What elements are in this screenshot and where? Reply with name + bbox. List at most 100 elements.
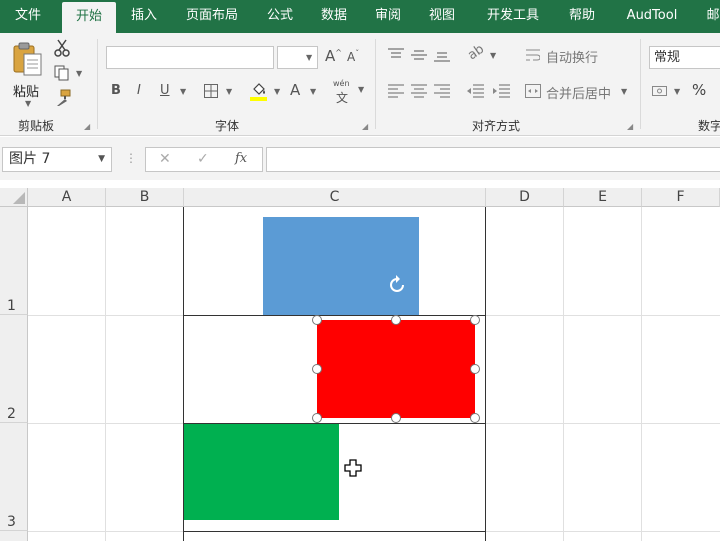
- row-number: 3: [7, 514, 16, 530]
- chevron-down-icon: ▼: [226, 87, 233, 96]
- merge-center-icon: [525, 84, 541, 98]
- accounting-icon: [652, 86, 667, 96]
- underline-button[interactable]: U ▼: [160, 83, 194, 101]
- percent-button[interactable]: %: [692, 81, 706, 99]
- cancel-icon[interactable]: ✕: [159, 151, 171, 167]
- column-header-c[interactable]: C: [184, 188, 486, 207]
- column-header-b[interactable]: B: [106, 188, 184, 207]
- alignment-group-label: 对齐方式: [472, 119, 521, 133]
- merge-center-label: 合并后居中: [546, 87, 612, 102]
- phonetic-guide-button[interactable]: wén 文 ▼: [332, 79, 368, 105]
- increase-font-size-button[interactable]: A^: [325, 47, 342, 65]
- dialog-launcher-icon[interactable]: ◢: [627, 122, 633, 131]
- copy-icon: [54, 65, 69, 81]
- row-header-2[interactable]: 2: [0, 315, 28, 423]
- font-group-label: 字体: [215, 119, 240, 133]
- tab-developer[interactable]: 开发工具: [474, 0, 552, 33]
- italic-button[interactable]: I: [137, 83, 141, 98]
- increase-indent-icon[interactable]: [492, 84, 510, 98]
- copy-button[interactable]: ▼: [52, 63, 86, 83]
- worksheet-grid[interactable]: A B C D E F 1 2 3: [0, 180, 720, 541]
- ribbon: 粘贴 ▼ ▼ 剪贴板 ◢ ▼ A^ Aˇ B I U ▼ ▼ ▼ A ▼ wén…: [0, 33, 720, 136]
- blue-rectangle-shape[interactable]: [263, 217, 419, 315]
- formula-bar-splitter-icon[interactable]: ⋮: [125, 151, 137, 165]
- tab-mail[interactable]: 邮: [698, 0, 720, 33]
- align-bottom-icon[interactable]: [434, 48, 450, 62]
- borders-button[interactable]: ▼: [204, 83, 238, 101]
- clipboard-group-label: 剪贴板: [18, 119, 55, 133]
- font-name-combo[interactable]: [106, 46, 274, 69]
- cross-cursor-icon: [344, 459, 362, 477]
- align-right-icon[interactable]: [434, 84, 450, 98]
- decrease-indent-icon[interactable]: [466, 84, 484, 98]
- format-painter-icon[interactable]: [54, 89, 72, 107]
- red-rectangle-shape[interactable]: [317, 320, 475, 418]
- tab-file[interactable]: 文件: [0, 0, 56, 33]
- merge-center-button[interactable]: 合并后居中 ▼: [525, 83, 629, 102]
- resize-handle-top-left[interactable]: [312, 315, 322, 325]
- formula-bar: 图片 7 ▼ ⋮ ✕ ✓ fx: [0, 137, 720, 180]
- resize-handle-right[interactable]: [470, 364, 480, 374]
- insert-function-icon[interactable]: fx: [235, 151, 247, 166]
- tab-formulas[interactable]: 公式: [256, 0, 304, 33]
- phonetic-top-label: wén: [333, 79, 350, 88]
- resize-handle-bottom-left[interactable]: [312, 413, 322, 423]
- rotate-handle-icon[interactable]: [386, 274, 408, 296]
- fill-color-button[interactable]: ▼: [250, 81, 286, 103]
- align-center-icon[interactable]: [411, 84, 427, 98]
- wrap-text-icon: [526, 49, 540, 61]
- select-all-corner[interactable]: [0, 188, 28, 207]
- dialog-launcher-icon[interactable]: ◢: [84, 122, 90, 131]
- resize-handle-left[interactable]: [312, 364, 322, 374]
- cut-icon[interactable]: [54, 39, 70, 57]
- chevron-down-icon: ▼: [674, 87, 681, 96]
- column-header-f[interactable]: F: [642, 188, 720, 207]
- accounting-format-button[interactable]: ▼: [652, 83, 686, 101]
- row-number: 2: [7, 406, 16, 422]
- bold-button[interactable]: B: [111, 83, 121, 98]
- align-middle-icon[interactable]: [411, 48, 427, 62]
- font-color-button[interactable]: A ▼: [290, 81, 322, 103]
- align-left-icon[interactable]: [388, 84, 404, 98]
- decrease-font-size-button[interactable]: Aˇ: [347, 49, 359, 64]
- phonetic-bottom-label: 文: [336, 91, 349, 105]
- tab-review[interactable]: 审阅: [364, 0, 412, 33]
- name-box[interactable]: 图片 7 ▼: [2, 147, 112, 172]
- row-header-1[interactable]: 1: [0, 207, 28, 315]
- font-size-combo[interactable]: ▼: [277, 46, 318, 69]
- chevron-down-icon: ▼: [98, 154, 105, 164]
- tab-audtool[interactable]: AudTool: [612, 0, 692, 33]
- row-header-4[interactable]: [0, 531, 28, 541]
- select-all-triangle-icon: [13, 192, 25, 204]
- orientation-button[interactable]: ab ▼: [465, 42, 500, 65]
- tab-home[interactable]: 开始: [62, 2, 116, 33]
- column-header-a[interactable]: A: [28, 188, 106, 207]
- paste-button[interactable]: 粘贴 ▼: [10, 39, 46, 108]
- resize-handle-bottom-right[interactable]: [470, 413, 480, 423]
- row-header-3[interactable]: 3: [0, 423, 28, 531]
- tab-help[interactable]: 帮助: [558, 0, 606, 33]
- align-top-icon[interactable]: [388, 48, 404, 62]
- enter-icon[interactable]: ✓: [197, 151, 209, 167]
- borders-icon: [204, 84, 218, 98]
- tab-page-layout[interactable]: 页面布局: [174, 0, 250, 33]
- wrap-text-button[interactable]: 自动换行: [526, 47, 602, 66]
- resize-handle-top-right[interactable]: [470, 315, 480, 325]
- number-format-value: 常规: [654, 50, 681, 65]
- green-rectangle-shape[interactable]: [184, 424, 339, 520]
- font-color-label: A: [290, 81, 301, 99]
- tab-data[interactable]: 数据: [310, 0, 358, 33]
- number-group-label: 数字: [698, 119, 720, 133]
- chevron-down-icon: ▼: [310, 87, 317, 96]
- formula-input[interactable]: [266, 147, 720, 172]
- resize-handle-bottom[interactable]: [391, 413, 401, 423]
- column-header-e[interactable]: E: [564, 188, 642, 207]
- cell-border: [485, 207, 486, 541]
- dialog-launcher-icon[interactable]: ◢: [362, 122, 368, 131]
- number-format-combo[interactable]: 常规: [649, 46, 720, 69]
- resize-handle-top[interactable]: [391, 315, 401, 325]
- column-header-d[interactable]: D: [486, 188, 564, 207]
- tab-view[interactable]: 视图: [418, 0, 466, 33]
- wrap-text-label: 自动换行: [546, 51, 599, 66]
- tab-insert[interactable]: 插入: [120, 0, 168, 33]
